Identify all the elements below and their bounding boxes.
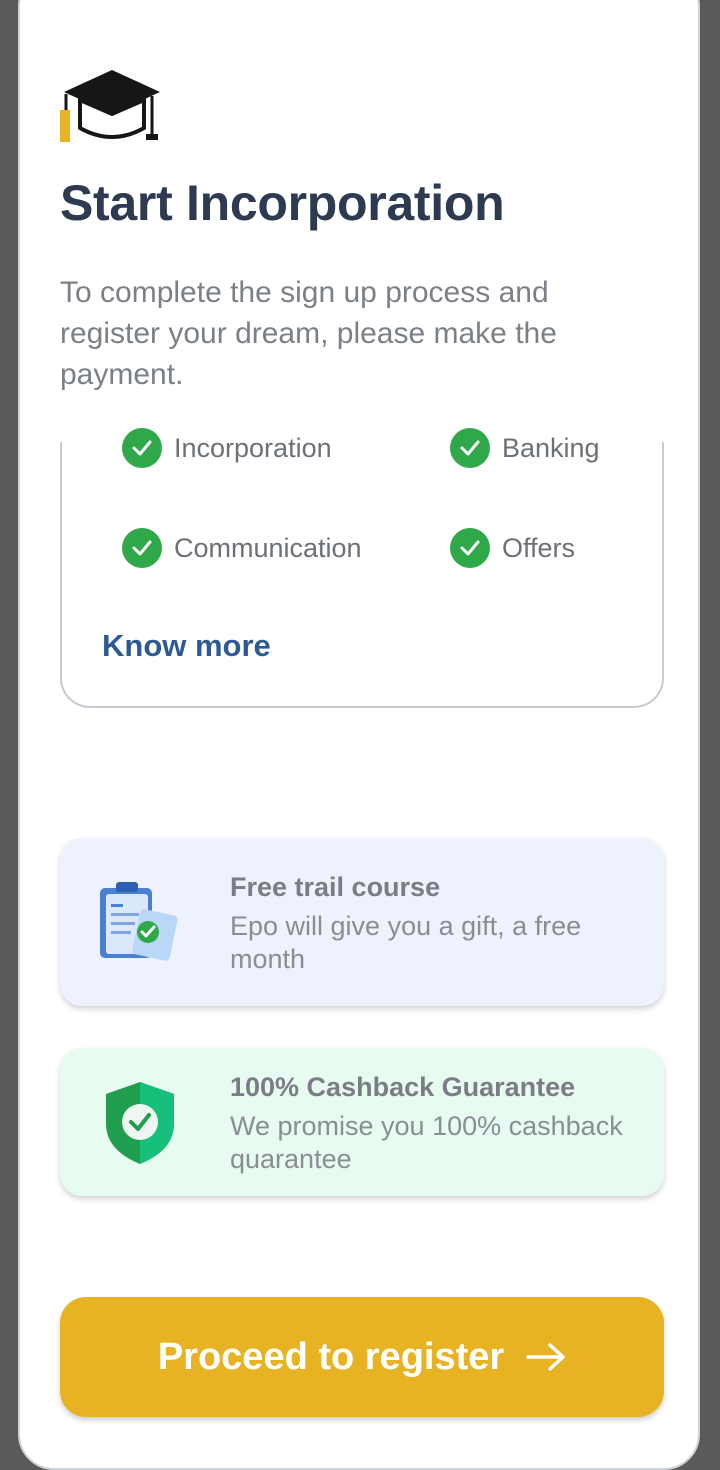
feature-label: Offers [502,532,576,563]
page-title: Start Incorporation [60,175,505,231]
feature-offers: Offers [450,526,575,570]
free-trial-title: Free trail course [230,872,441,902]
graduation-cap-icon [60,70,160,142]
feature-label: Communication [174,532,362,563]
check-circle-icon [450,528,490,568]
clipboard-check-icon [100,882,178,961]
page-subtitle: To complete the sign up process and regi… [60,276,557,391]
feature-incorporation: Incorporation [122,426,332,470]
check-circle-icon [122,428,162,468]
check-circle-icon [122,528,162,568]
feature-communication: Communication [122,526,362,570]
check-circle-icon [450,428,490,468]
proceed-to-register-button[interactable]: Proceed to register [60,1297,664,1417]
feature-label: Banking [502,432,600,463]
know-more-link[interactable]: Know more [102,628,271,664]
feature-label: Incorporation [174,432,332,463]
features-card: Incorporation Banking Communication Offe… [60,428,664,708]
cashback-card[interactable]: 100% Cashback Guarantee We promise you 1… [60,1048,664,1196]
cashback-title: 100% Cashback Guarantee [230,1072,576,1102]
shield-check-icon [106,1082,174,1164]
proceed-label: Proceed to register [157,1335,505,1378]
cashback-desc: We promise you 100% cashback quarantee [230,1111,623,1174]
arrow-right-icon [526,1343,565,1371]
feature-banking: Banking [450,426,600,470]
free-trial-card[interactable]: Free trail course Epo will give you a gi… [60,838,664,1006]
free-trial-desc: Epo will give you a gift, a free month [230,911,582,974]
registration-sheet: Start Incorporation To complete the sign… [18,0,700,1470]
